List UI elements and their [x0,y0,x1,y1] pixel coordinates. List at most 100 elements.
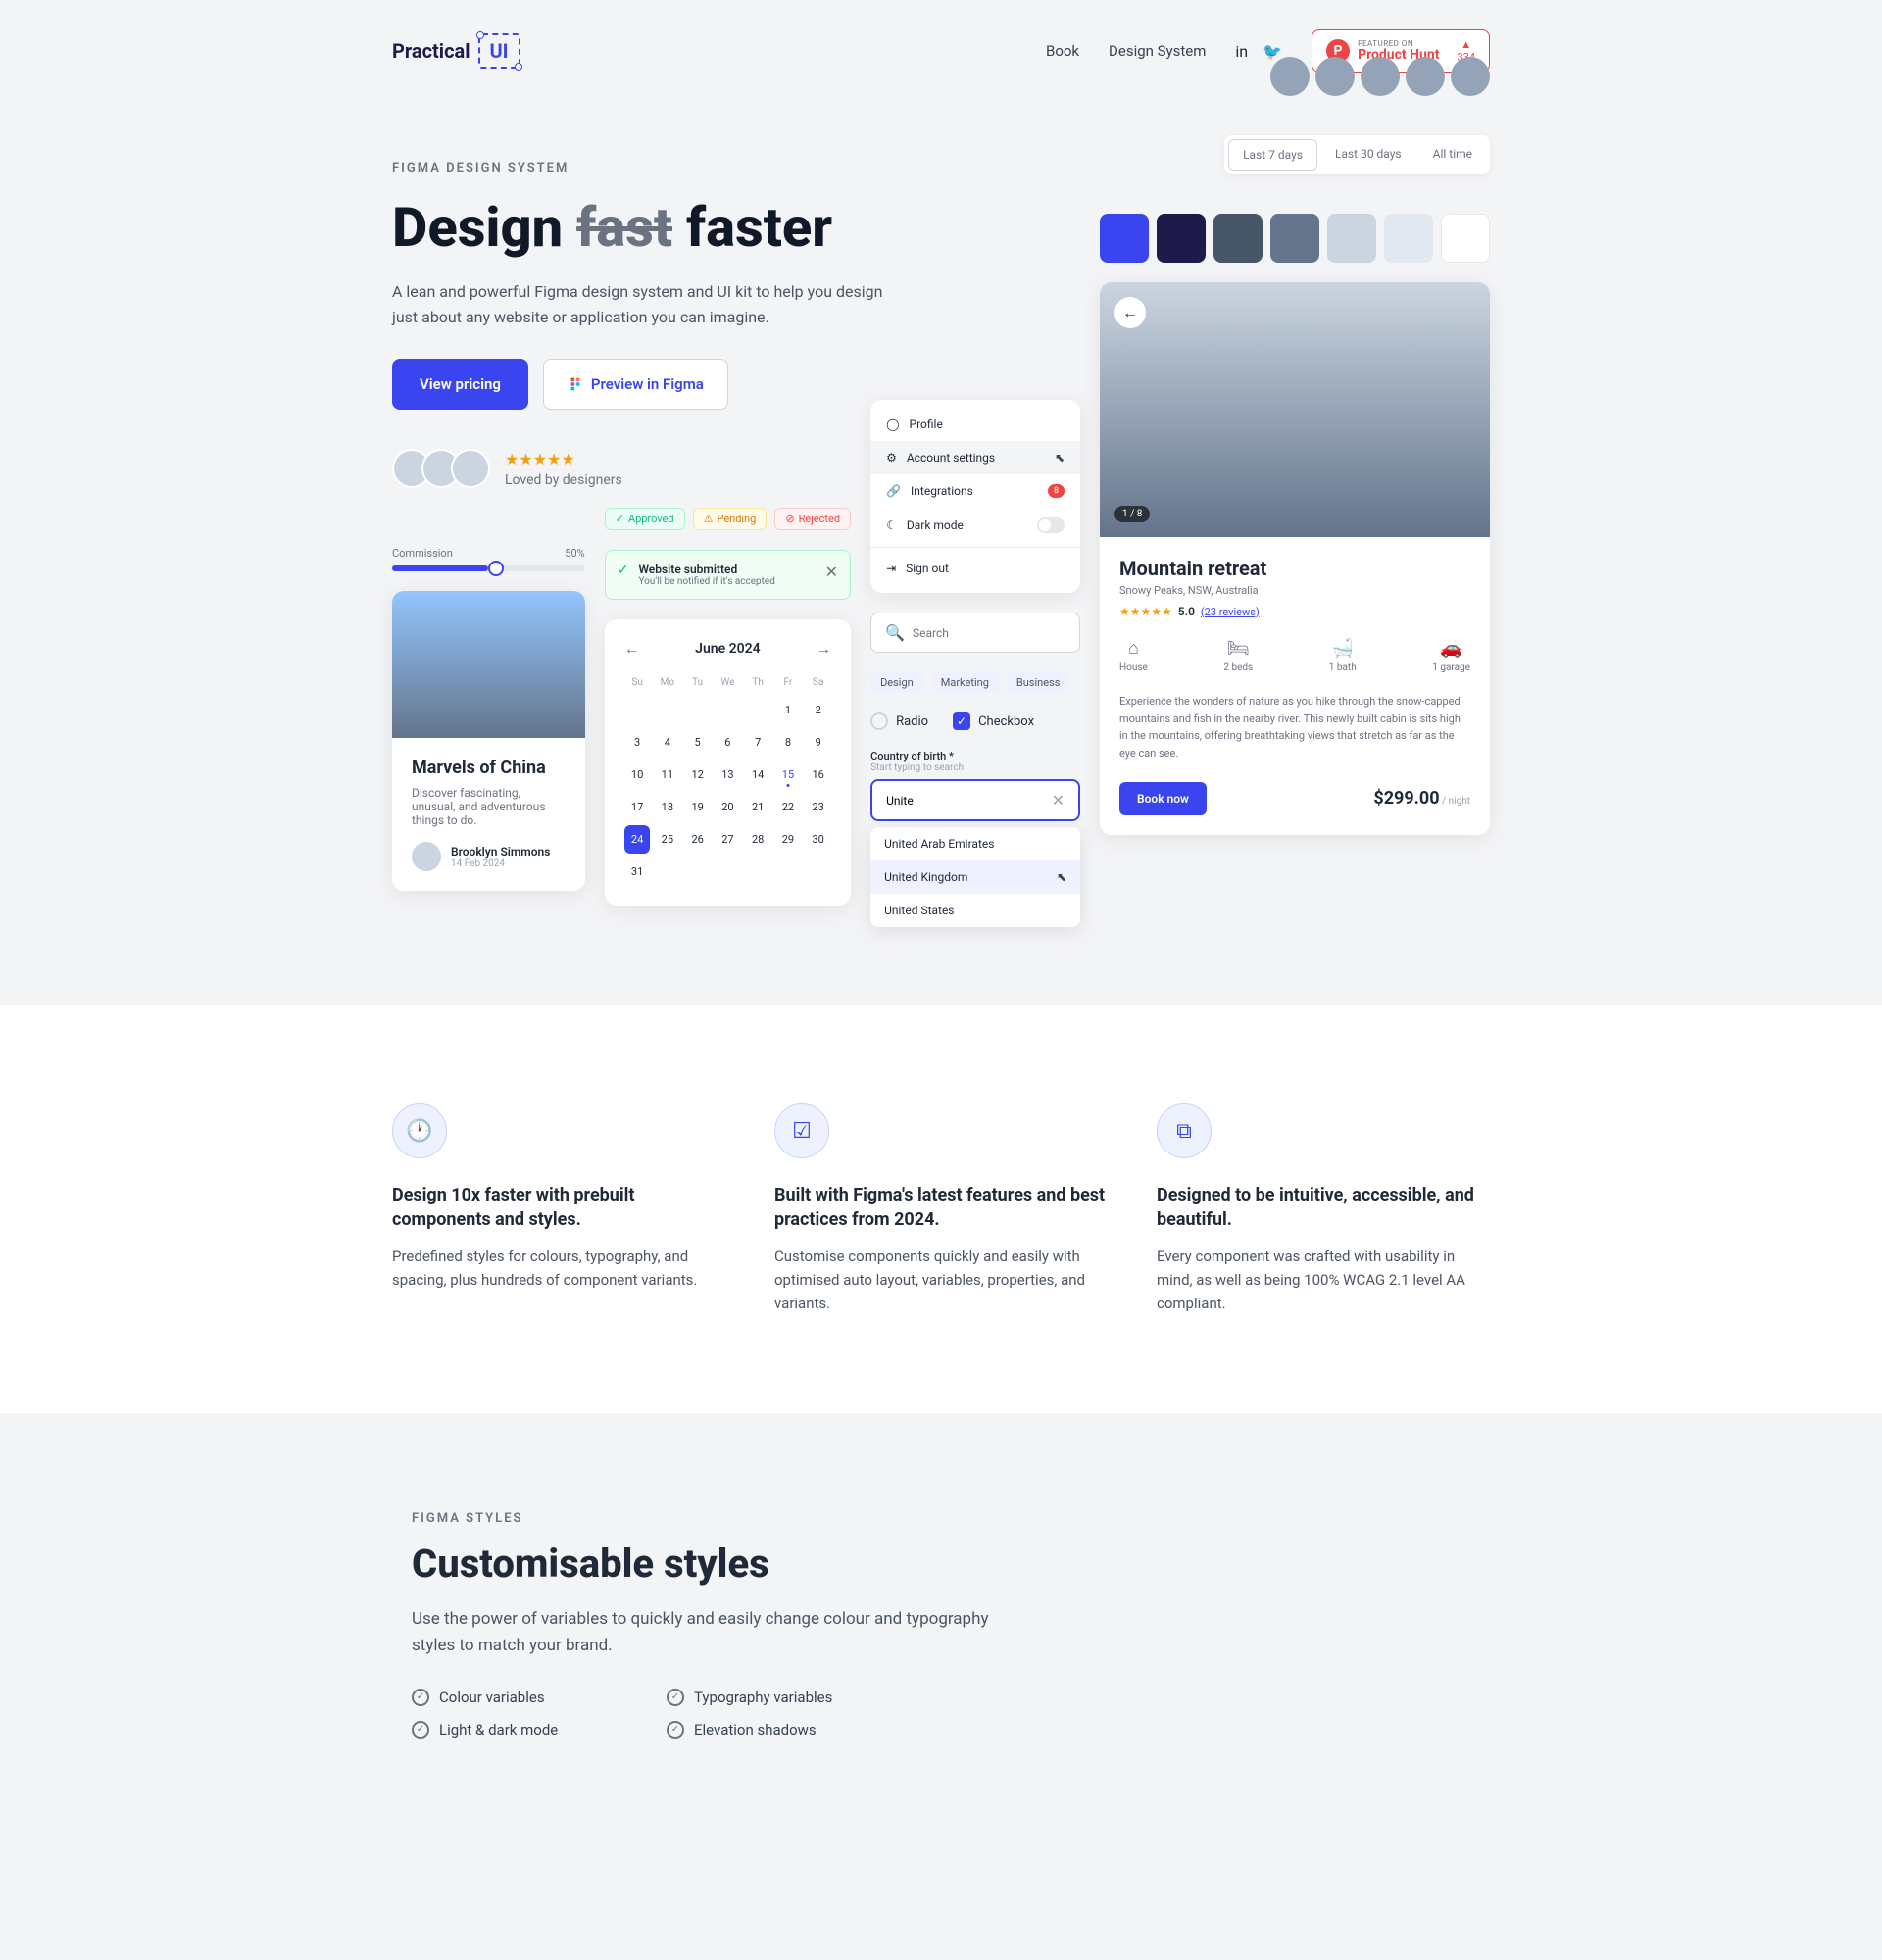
calendar-day[interactable]: 18 [654,793,680,821]
calendar-day[interactable]: 28 [745,825,771,854]
radio-control[interactable]: Radio [870,712,928,730]
link-icon: 🔗 [886,484,901,498]
calendar-day[interactable]: 31 [624,858,651,886]
badge-rejected: ⊘ Rejected [774,508,851,530]
calendar-day[interactable]: 14 [745,760,771,789]
user-icon: ◯ [886,417,899,431]
calendar-day[interactable]: 26 [684,825,711,854]
color-swatch[interactable] [1270,214,1319,263]
color-swatch[interactable] [1100,214,1149,263]
menu-integrations[interactable]: 🔗Integrations8 [870,474,1080,508]
calendar-day[interactable]: 7 [745,728,771,757]
tag-design[interactable]: Design [870,672,923,693]
feature-label: House [1119,662,1148,673]
reviews-link[interactable]: (23 reviews) [1201,606,1260,618]
tag-business[interactable]: Business [1007,672,1070,693]
tag-marketing[interactable]: Marketing [931,672,999,693]
calendar-day[interactable]: 6 [715,728,741,757]
slider-component: Commission 50% [392,547,585,571]
calendar-day[interactable]: 21 [745,793,771,821]
checkbox-control[interactable]: ✓Checkbox [953,712,1034,730]
bath-icon: 🛁 [1329,638,1357,659]
calendar-day[interactable]: 13 [715,760,741,789]
clear-icon[interactable]: ✕ [1052,791,1065,809]
user-avatar [1315,57,1355,96]
calendar-day[interactable]: 17 [624,793,651,821]
menu-darkmode[interactable]: ☾Dark mode [870,508,1080,543]
toast-title: Website submitted [638,563,774,576]
feature-title: Design 10x faster with prebuilt componen… [392,1183,725,1232]
back-button[interactable]: ← [1114,297,1146,328]
calendar-day[interactable]: 30 [805,825,831,854]
user-avatar [1406,57,1445,96]
calendar-day[interactable]: 15 [775,760,802,789]
image-counter: 1 / 8 [1114,506,1150,522]
slider-thumb[interactable] [488,561,504,576]
search-field[interactable] [913,626,1065,640]
calendar-day[interactable]: 27 [715,825,741,854]
toggle-switch[interactable] [1037,517,1065,533]
logo[interactable]: Practical UI [392,33,520,69]
color-swatch[interactable] [1384,214,1433,263]
combo-option[interactable]: United Arab Emirates [870,827,1080,860]
combo-input[interactable]: ✕ [870,779,1080,821]
nav-book[interactable]: Book [1046,42,1079,60]
next-month-button[interactable]: → [816,639,831,659]
calendar-day[interactable]: 2 [805,696,831,724]
property-card: ← 1 / 8 Mountain retreat Snowy Peaks, NS… [1100,282,1490,834]
search-input[interactable]: 🔍 [870,612,1080,653]
menu-settings[interactable]: ⚙Account settings⬉ [870,441,1080,474]
rating-stars: ★★★★★ [1119,605,1172,618]
calendar-day[interactable]: 24 [624,825,651,854]
combo-field[interactable] [886,794,1052,808]
calendar-day[interactable]: 20 [715,793,741,821]
color-swatch[interactable] [1327,214,1376,263]
calendar-day[interactable]: 29 [775,825,802,854]
calendar-day [684,696,711,724]
close-icon[interactable]: ✕ [825,563,838,581]
avatar-group [1100,57,1490,96]
calendar-day[interactable]: 8 [775,728,802,757]
tab-7days[interactable]: Last 7 days [1228,139,1317,171]
menu-profile[interactable]: ◯Profile [870,408,1080,441]
color-swatches [1100,214,1490,263]
signout-icon: ⇥ [886,562,896,575]
cursor-icon: ⬉ [1055,451,1065,465]
logo-box: UI [478,33,520,69]
calendar-day[interactable]: 9 [805,728,831,757]
calendar-day[interactable]: 22 [775,793,802,821]
calendar-day[interactable]: 19 [684,793,711,821]
feature-label: 1 garage [1432,662,1470,673]
calendar-dow: Mo [654,673,680,692]
combo-option[interactable]: United States [870,894,1080,927]
calendar-day[interactable]: 12 [684,760,711,789]
calendar-day[interactable]: 11 [654,760,680,789]
calendar-day[interactable]: 10 [624,760,651,789]
calendar-day[interactable]: 16 [805,760,831,789]
color-swatch[interactable] [1441,214,1490,263]
tab-alltime[interactable]: All time [1419,139,1486,171]
calendar-day[interactable]: 25 [654,825,680,854]
calendar-day[interactable]: 3 [624,728,651,757]
rating-value: 5.0 [1178,605,1195,618]
article-card[interactable]: Marvels of China Discover fascinating, u… [392,591,585,891]
styles-eyebrow: FIGMA STYLES [412,1511,1490,1526]
color-swatch[interactable] [1157,214,1206,263]
color-swatch[interactable] [1213,214,1263,263]
property-location: Snowy Peaks, NSW, Australia [1119,584,1470,597]
calendar-day[interactable]: 5 [684,728,711,757]
combobox: Country of birth * Start typing to searc… [870,750,1080,927]
article-image [392,591,585,738]
tab-30days[interactable]: Last 30 days [1321,139,1415,171]
calendar-day[interactable]: 4 [654,728,680,757]
combo-option[interactable]: United Kingdom ⬉ [870,860,1080,894]
slider-track[interactable] [392,565,585,571]
user-avatar [1270,57,1310,96]
combo-hint: Start typing to search [870,762,1080,773]
book-now-button[interactable]: Book now [1119,782,1207,815]
calendar-day[interactable]: 23 [805,793,831,821]
prev-month-button[interactable]: ← [624,639,640,659]
dropdown-menu: ◯Profile ⚙Account settings⬉ 🔗Integration… [870,400,1080,593]
menu-signout[interactable]: ⇥Sign out [870,552,1080,585]
calendar-day[interactable]: 1 [775,696,802,724]
